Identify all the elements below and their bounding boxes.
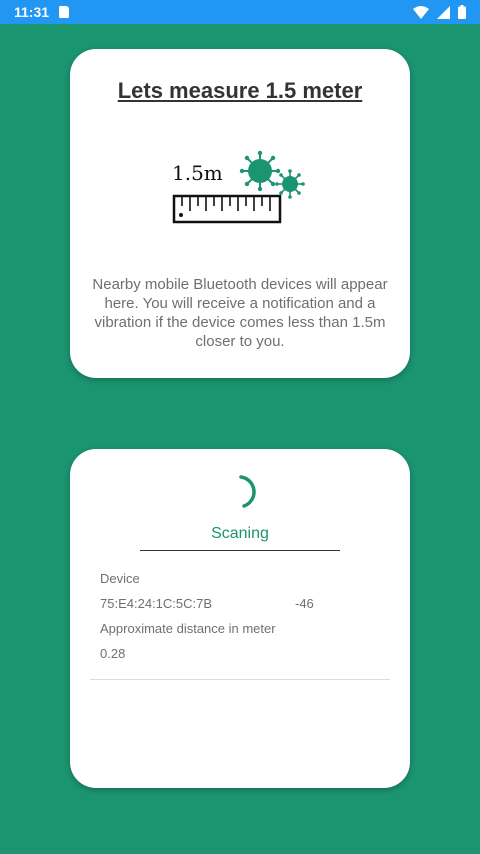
loading-spinner-icon: [239, 475, 256, 508]
status-bar: 11:31: [0, 0, 480, 24]
scan-status: Scaning: [211, 525, 269, 542]
ruler-icon: [172, 194, 282, 224]
device-address: 75:E4:24:1C:5C:7B: [100, 596, 213, 611]
sd-card-icon: [59, 6, 70, 18]
distance-label: Approximate distance in meter: [100, 621, 276, 636]
intro-description: Nearby mobile Bluetooth devices will app…: [92, 276, 388, 350]
battery-icon: [458, 5, 466, 19]
intro-card: Lets measure 1.5 meter 1.5m Nearby mobil…: [70, 49, 410, 378]
page-title: Lets measure 1.5 meter: [117, 78, 363, 103]
distance-value: 0.28: [100, 646, 126, 661]
list-divider: [90, 679, 390, 680]
virus-icon: [239, 150, 305, 199]
device-label: Device: [100, 571, 140, 586]
scan-card: Scaning Device 75:E4:24:1C:5C:7B -46 App…: [70, 449, 410, 788]
scan-status-underline: [140, 550, 340, 551]
ruler-virus-illustration: 1.5m: [172, 150, 305, 224]
device-rssi: -46: [295, 596, 314, 611]
illustration-label: 1.5m: [172, 161, 223, 185]
signal-icon: [437, 5, 450, 19]
status-time: 11:31: [14, 4, 50, 20]
wifi-icon: [413, 5, 429, 19]
